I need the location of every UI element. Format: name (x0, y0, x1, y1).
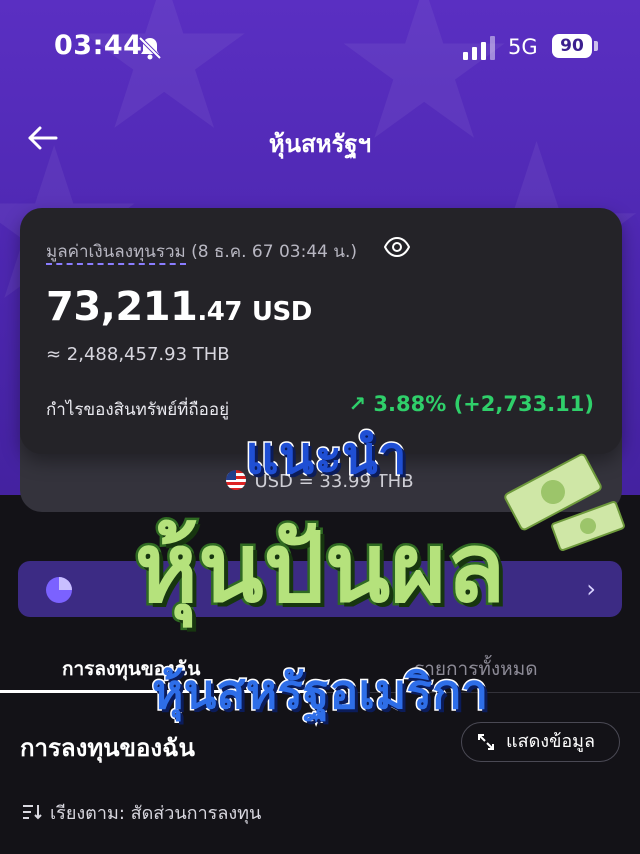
portfolio-card: มูลค่าเงินลงทุนรวม (8 ธ.ค. 67 03:44 น.) … (20, 208, 622, 454)
battery-indicator: 90 (552, 34, 592, 58)
amount-currency: USD (251, 297, 312, 327)
page-title: หุ้นสหรัฐฯ (268, 130, 372, 158)
active-tab-indicator (0, 690, 320, 693)
clock: 03:44 (54, 30, 143, 61)
battery-tip (594, 41, 598, 51)
tab-bar: การลงทุนของฉัน รายการทั้งหมด (0, 650, 640, 694)
tab-all-transactions[interactable]: รายการทั้งหมด (414, 654, 538, 684)
signal-icon (463, 36, 495, 60)
pie-chart-icon (46, 577, 72, 603)
profit-label: กำไรของสินทรัพย์ที่ถืออยู่ (46, 400, 230, 420)
expand-icon (478, 734, 494, 750)
show-details-label: แสดงข้อมูล (506, 731, 596, 752)
mute-icon (138, 36, 162, 60)
navigation-bar: หุ้นสหรัฐฯ (0, 112, 640, 164)
promo-banner[interactable]: › (18, 561, 622, 617)
section-title: การลงทุนของฉัน (20, 734, 195, 762)
portfolio-amount: 73,211.47 USD (46, 284, 312, 330)
profit-value: ↗ 3.88% (+2,733.11) (348, 392, 595, 416)
amount-decimal: .47 (197, 297, 242, 327)
value-label-text[interactable]: มูลค่าเงินลงทุนรวม (46, 242, 186, 265)
amount-integer: 73,211 (46, 284, 198, 330)
us-flag-icon (226, 470, 247, 490)
exchange-rate: USD = 33.99 THB (0, 470, 640, 492)
exchange-rate-text: USD = 33.99 THB (254, 471, 414, 492)
sort-label: เรียงตาม: สัดส่วนการลงทุน (50, 803, 262, 824)
show-details-button[interactable]: แสดงข้อมูล (461, 722, 620, 762)
tab-my-investments[interactable]: การลงทุนของฉัน (62, 654, 200, 684)
sort-icon (23, 805, 42, 820)
value-timestamp: (8 ธ.ค. 67 03:44 น.) (191, 242, 358, 262)
sort-control[interactable]: เรียงตาม: สัดส่วนการลงทุน (22, 798, 261, 827)
eye-icon[interactable] (384, 236, 410, 258)
portfolio-value-label: มูลค่าเงินลงทุนรวม (8 ธ.ค. 67 03:44 น.) (46, 238, 357, 265)
network-type: 5G (508, 35, 538, 59)
status-bar: 03:44 5G 90 (0, 24, 640, 70)
chevron-right-icon: › (586, 575, 596, 603)
approx-thb: ≈ 2,488,457.93 THB (46, 344, 230, 365)
